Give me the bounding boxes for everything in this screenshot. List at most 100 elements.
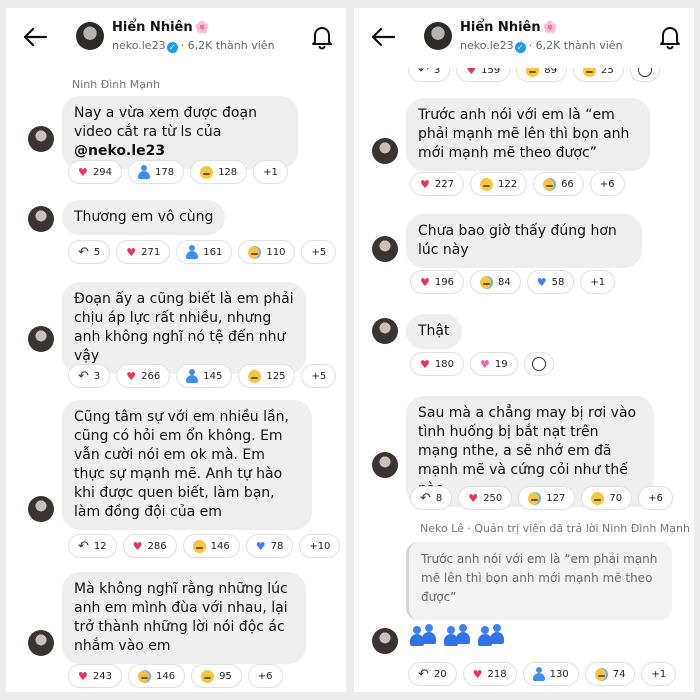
heart-icon: ♥ [420,177,430,191]
reaction-row: ↶ 8 ♥ 250 127 70 +6 [410,486,673,510]
reaction-chip[interactable]: ♥ 19 [469,352,518,376]
reaction-chip[interactable]: +6 [638,486,673,510]
bell-icon[interactable] [658,24,682,50]
message-bubble[interactable]: Thật [406,314,462,349]
reply-chip[interactable]: ↶ 12 [68,534,117,558]
flower-emoji-icon: 🌸 [542,20,558,34]
reaction-chip[interactable]: 95 [191,664,242,688]
reaction-chip[interactable]: 145 [176,364,233,388]
heart-icon: ♥ [126,369,137,383]
crying-face-icon [594,667,608,681]
reaction-chip[interactable]: 178 [127,160,185,184]
reaction-chip[interactable]: ♥ 294 [68,160,122,184]
sad-face-icon [201,669,215,683]
channel-avatar[interactable] [424,22,452,50]
reaction-chip[interactable]: 146 [182,534,240,558]
crying-face-icon [528,491,542,505]
message-bubble[interactable]: Cũng tâm sự với em nhiều lần, cũng có hỏ… [62,400,312,530]
reaction-chip[interactable]: 84 [469,270,521,294]
avatar[interactable] [372,236,398,262]
add-reaction-button[interactable] [523,352,554,376]
reaction-row: ↶ 12 ♥ 286 146 ♥ 78 +10 [68,534,341,558]
reaction-chip[interactable]: ♥ 58 [526,270,575,294]
avatar[interactable] [372,452,398,478]
people-icon [186,245,199,259]
reaction-chip[interactable]: +1 [641,662,677,686]
sender-name: Ninh Đình Mạnh [72,78,160,91]
reaction-chip[interactable]: +5 [301,240,337,264]
reply-chip[interactable]: ↶ 5 [68,240,111,264]
reaction-chip[interactable]: +6 [589,172,625,196]
reaction-chip[interactable]: 66 [533,172,584,196]
reaction-chip[interactable]: ♥ 196 [410,270,464,294]
bell-icon[interactable] [310,24,334,50]
channel-title[interactable]: Hiển Nhiên 🌸 [460,20,558,35]
reaction-chip[interactable]: 146 [127,664,186,688]
reply-icon: ↶ [78,538,89,554]
reaction-chip[interactable]: +1 [253,160,288,184]
reaction-chip[interactable]: 128 [190,160,248,184]
reaction-chip[interactable]: +6 [247,664,283,688]
reaction-chip[interactable]: 74 [584,662,636,686]
reply-chip[interactable]: ↶ 3 [68,364,111,388]
reaction-chip[interactable]: ♥ 266 [116,364,171,388]
reaction-chip[interactable]: ♥ 286 [122,534,177,558]
heart-icon: ♥ [472,667,483,681]
avatar[interactable] [28,630,54,656]
avatar[interactable] [28,126,54,152]
reaction-chip[interactable]: ♥ 180 [410,352,464,376]
sad-face-icon [200,165,214,179]
reaction-chip[interactable]: 122 [469,172,528,196]
reaction-chip[interactable]: ♥ 218 [462,662,517,686]
reaction-chip[interactable]: ♥ 250 [458,486,513,510]
quoted-message[interactable]: Trước anh nói với em là “em phải mạnh mẽ… [406,542,672,620]
avatar[interactable] [372,138,398,164]
reaction-chip[interactable]: ♥ 78 [245,534,294,558]
back-arrow-icon[interactable] [370,26,396,48]
reaction-row: ↶ 5 ♥ 271 161 110 +5 [68,240,337,264]
message-bubble[interactable]: Trước anh nói với em là “em phải mạnh mẽ… [406,98,650,171]
reaction-row: ♥ 243 146 95 +6 [68,664,283,688]
channel-avatar[interactable] [76,22,104,50]
reply-chip[interactable]: ↶ 20 [408,662,457,686]
heart-icon: ♥ [78,669,88,683]
message-bubble[interactable]: Thương em vô cùng [62,200,226,235]
heart-icon: ♥ [126,245,137,259]
channel-title[interactable]: Hiển Nhiên 🌸 [112,20,210,35]
reaction-chip[interactable]: 130 [522,662,579,686]
reaction-chip[interactable]: 125 [238,364,296,388]
reaction-chip[interactable]: +1 [580,270,616,294]
sad-face-icon [248,369,262,383]
people-icon [186,369,199,383]
message-bubble[interactable]: Chưa bao giờ thấy đúng hơn lúc này [406,214,642,268]
reaction-chip[interactable]: 127 [518,486,576,510]
heart-icon: ♥ [420,357,430,371]
reaction-chip[interactable]: +10 [299,534,341,558]
reply-chip[interactable]: ↶ 8 [410,486,453,510]
reaction-chip[interactable]: ♥ 243 [68,664,122,688]
avatar[interactable] [372,318,398,344]
channel-header: Hiển Nhiên 🌸 neko.le23 ✓ · 6,2K thành viên [354,8,694,68]
blue-heart-icon: ♥ [536,275,547,289]
reaction-chip[interactable]: ♥ 271 [116,240,171,264]
message-bubble[interactable]: Đoạn ấy a cũng biết là em phải chịu áp l… [62,282,306,374]
reaction-chip[interactable]: 161 [176,240,233,264]
reply-icon: ↶ [78,244,89,260]
message-bubble[interactable]: Nay a vừa xem được đoạn video cắt ra từ … [62,96,298,169]
reaction-row: ♥ 180 ♥ 19 [410,352,554,376]
emoji-message[interactable] [408,622,506,648]
reaction-chip[interactable]: 110 [238,240,296,264]
people-hugging-icon [442,622,472,648]
message-bubble[interactable]: Mà không nghĩ rằng những lúc anh em mình… [62,572,306,664]
people-icon [532,667,545,681]
mention-link[interactable]: @neko.le23 [74,143,165,159]
avatar[interactable] [28,326,54,352]
reaction-chip[interactable]: +5 [301,364,337,388]
verified-badge-icon: ✓ [166,42,178,53]
avatar[interactable] [28,496,54,522]
reaction-chip[interactable]: 70 [581,486,633,510]
avatar[interactable] [28,206,54,232]
reaction-chip[interactable]: ♥ 227 [410,172,464,196]
back-arrow-icon[interactable] [22,26,48,48]
avatar[interactable] [372,628,398,654]
